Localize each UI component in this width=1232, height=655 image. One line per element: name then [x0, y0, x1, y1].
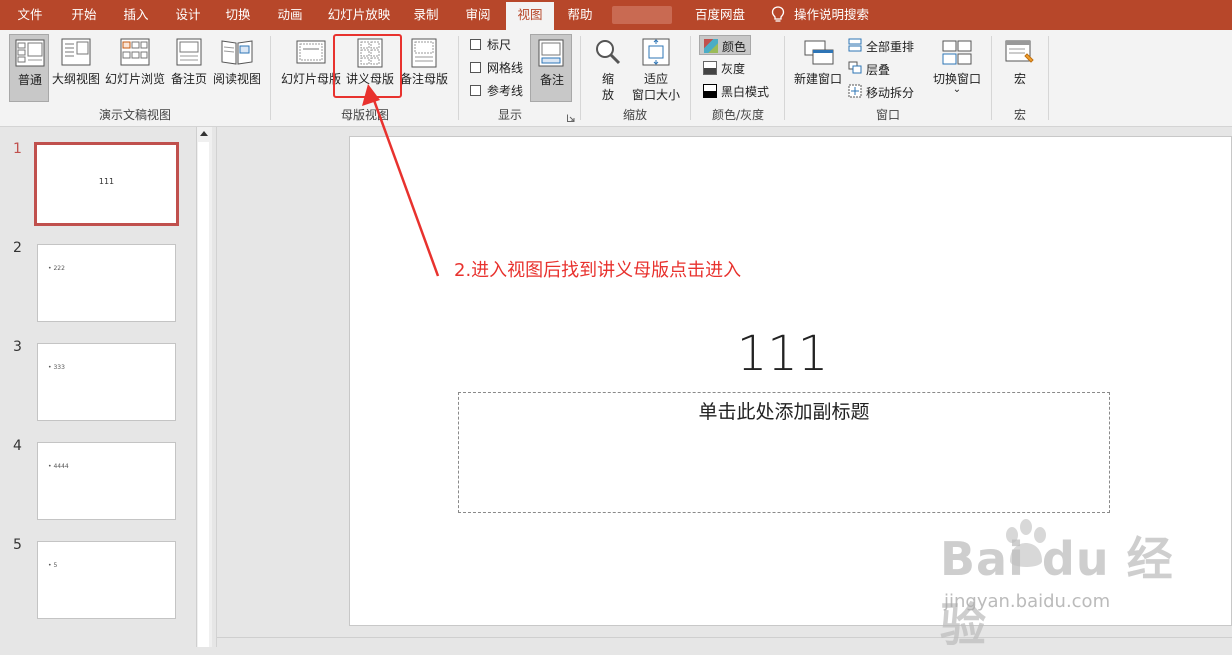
watermark-url: jingyan.baidu.com	[944, 591, 1111, 612]
annotation-text: 2.进入视图后找到讲义母版点击进入	[454, 260, 742, 281]
watermark-brand: Bai du 经验	[940, 532, 1174, 652]
baidu-watermark: Bai du 经验 jingyan.baidu.com	[940, 515, 1210, 652]
